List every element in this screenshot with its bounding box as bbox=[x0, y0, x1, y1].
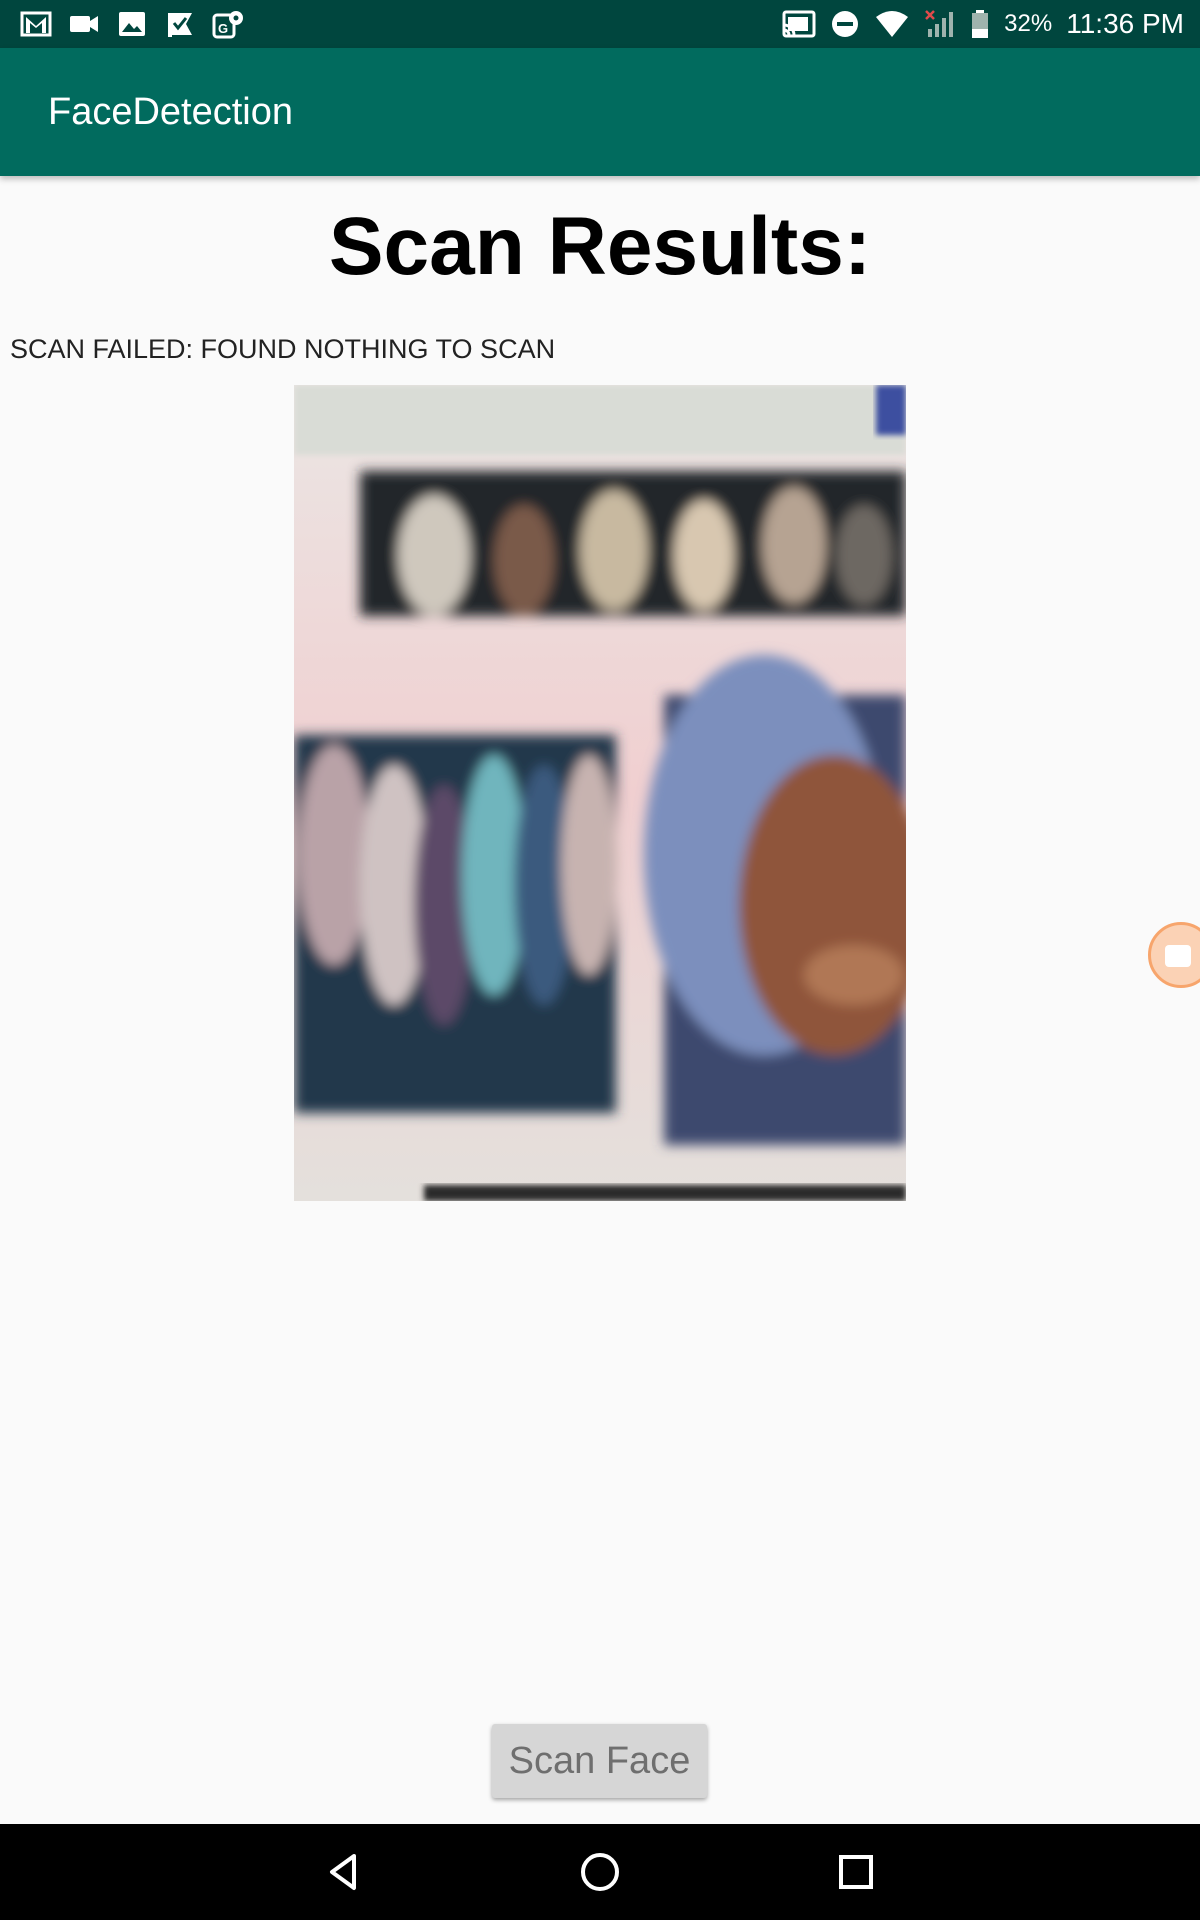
battery-percentage: 32% bbox=[1004, 10, 1053, 37]
check-flag-icon bbox=[168, 13, 192, 37]
maps-icon: G bbox=[212, 11, 243, 39]
no-signal-icon bbox=[925, 10, 954, 37]
scan-results-heading: Scan Results: bbox=[328, 201, 872, 292]
recents-icon[interactable] bbox=[832, 1848, 880, 1896]
battery-icon bbox=[972, 10, 989, 38]
scan-status-text: SCAN FAILED: FOUND NOTHING TO SCAN bbox=[10, 334, 556, 364]
app-bar: FaceDetection bbox=[0, 48, 1200, 176]
video-icon bbox=[70, 16, 98, 32]
gmail-icon bbox=[20, 11, 52, 37]
cast-icon bbox=[782, 10, 816, 38]
navigation-bar bbox=[0, 1824, 1200, 1920]
video-camera-icon bbox=[1165, 945, 1191, 967]
do-not-disturb-icon bbox=[832, 11, 859, 37]
app-title: FaceDetection bbox=[48, 91, 294, 133]
clock: 11:36 PM bbox=[1066, 8, 1184, 39]
scan-face-button[interactable]: Scan Face bbox=[492, 1724, 707, 1798]
back-icon[interactable] bbox=[320, 1848, 368, 1896]
svg-text:G: G bbox=[218, 21, 228, 36]
system-status-icons: 32% 11:36 PM bbox=[782, 0, 1184, 48]
home-icon[interactable] bbox=[576, 1848, 624, 1896]
photo-icon bbox=[119, 12, 145, 36]
notification-icons: G bbox=[20, 9, 244, 39]
wifi-icon bbox=[876, 11, 909, 37]
captured-photo bbox=[294, 385, 906, 1201]
status-bar: G 32% 11:36 PM bbox=[0, 0, 1200, 48]
floating-video-camera-button[interactable] bbox=[1148, 922, 1200, 988]
